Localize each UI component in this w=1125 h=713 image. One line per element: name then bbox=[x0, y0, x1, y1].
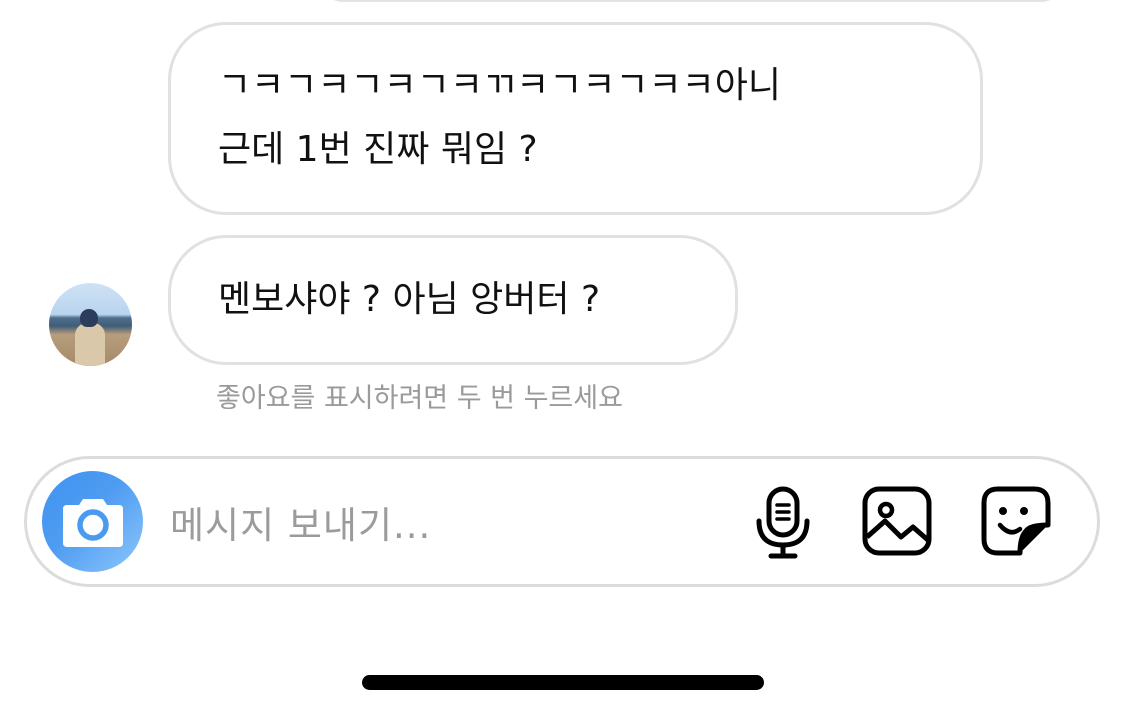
message-text: 멘보샤야 ? 아님 앙버터 ? bbox=[218, 279, 601, 320]
message-bubble[interactable]: ㄱㅋㄱㅋㄱㅋㄱㅋㄲㅋㄱㅋㄱㅋㅋ아니 근데 1번 진짜 뭐임 ? bbox=[168, 22, 983, 215]
camera-icon bbox=[63, 499, 123, 547]
avatar[interactable] bbox=[49, 283, 132, 366]
microphone-icon[interactable] bbox=[753, 485, 813, 561]
previous-message-bubble bbox=[322, 0, 1062, 2]
message-text: 근데 1번 진짜 뭐임 ? bbox=[218, 129, 538, 170]
like-hint: 좋아요를 표시하려면 두 번 누르세요 bbox=[216, 383, 623, 414]
message-text: ㄱㅋㄱㅋㄱㅋㄱㅋㄲㅋㄱㅋㄱㅋㅋ아니 bbox=[218, 65, 782, 106]
avatar-person-body bbox=[75, 323, 105, 366]
message-bubble[interactable]: 멘보샤야 ? 아님 앙버터 ? bbox=[168, 235, 738, 365]
message-composer: 메시지 보내기... bbox=[24, 456, 1100, 587]
image-icon[interactable] bbox=[861, 485, 933, 557]
avatar-person-head bbox=[80, 309, 98, 327]
sticker-icon[interactable] bbox=[980, 485, 1052, 557]
home-indicator[interactable] bbox=[362, 675, 764, 690]
camera-button[interactable] bbox=[42, 471, 143, 572]
message-input[interactable]: 메시지 보내기... bbox=[170, 495, 431, 549]
